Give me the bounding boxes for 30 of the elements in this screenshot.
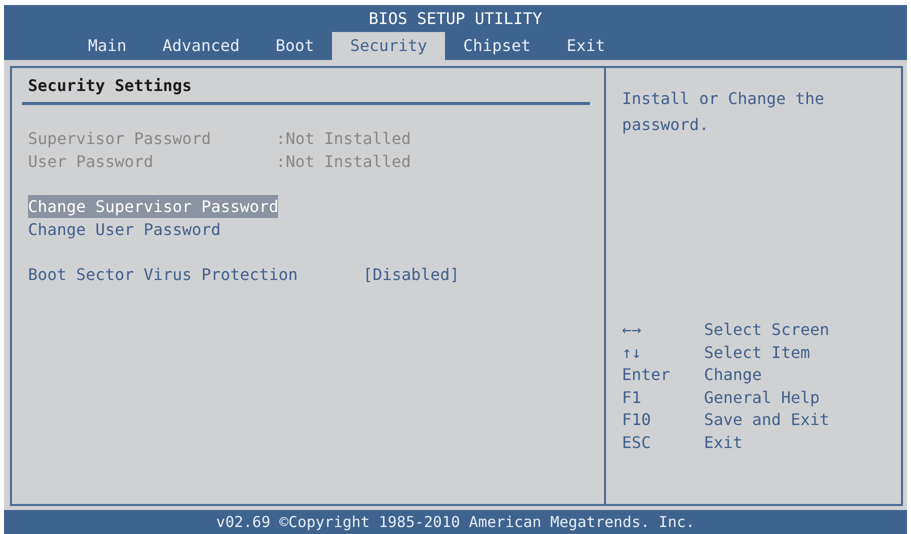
key-label: F1 bbox=[622, 386, 642, 408]
setting-value: :Not Installed bbox=[276, 128, 411, 150]
key-action: Exit bbox=[704, 432, 744, 454]
setting-value[interactable]: [Disabled] bbox=[363, 263, 460, 286]
window-title: BIOS SETUP UTILITY bbox=[368, 8, 544, 30]
menu-tab[interactable]: Main bbox=[70, 32, 145, 60]
key-action: Save and Exit bbox=[704, 409, 830, 431]
key-label: F10 bbox=[622, 409, 652, 431]
key-action: Select Item bbox=[704, 342, 811, 364]
section-title: Security Settings bbox=[28, 76, 193, 97]
status-bar: v02.69 ©Copyright 1985-2010 American Megatrends. Inc. bbox=[4, 510, 907, 534]
menu-item[interactable]: Change User Password bbox=[28, 218, 604, 241]
help-text: Install or Change the password. bbox=[622, 88, 826, 136]
menu-tab[interactable]: Exit bbox=[548, 32, 624, 60]
key-action: General Help bbox=[704, 386, 821, 408]
key-label: ↑↓ bbox=[622, 342, 642, 364]
menu-tab[interactable]: Boot bbox=[258, 32, 332, 60]
setting-value: :Not Installed bbox=[276, 151, 411, 173]
menu-tab[interactable]: Security bbox=[332, 32, 446, 60]
menu-tab[interactable]: Advanced bbox=[144, 32, 258, 60]
setting-label[interactable]: Boot Sector Virus Protection bbox=[28, 263, 363, 286]
key-label: ←→ bbox=[622, 319, 642, 341]
key-label: Enter bbox=[622, 364, 672, 386]
key-action: Change bbox=[704, 364, 763, 386]
key-action: Select Screen bbox=[704, 319, 830, 341]
setting-label: Supervisor Password bbox=[28, 128, 212, 150]
setting-label: User Password bbox=[28, 151, 154, 173]
menu-item[interactable]: Change Supervisor Password bbox=[28, 195, 278, 218]
menu-tab[interactable]: Chipset bbox=[445, 32, 549, 60]
key-label: ESC bbox=[622, 432, 652, 454]
